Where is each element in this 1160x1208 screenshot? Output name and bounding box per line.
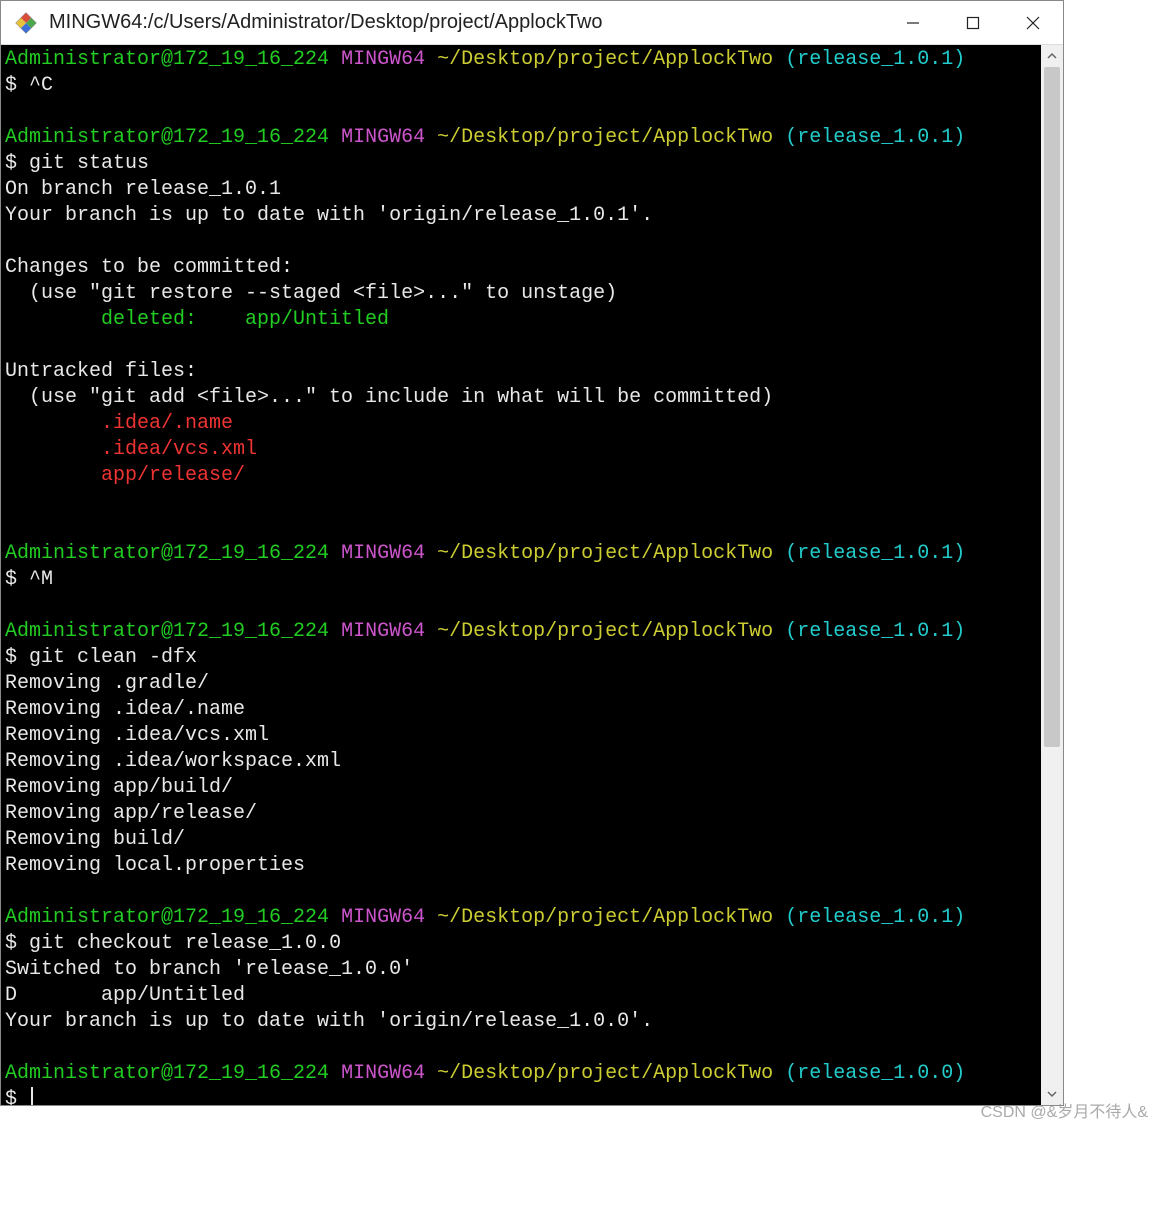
scroll-thumb[interactable] (1044, 67, 1060, 747)
out-line: Removing .idea/workspace.xml (5, 750, 341, 773)
prompt-path: ~/Desktop/project/ApplockTwo (437, 1062, 773, 1085)
prompt-user: Administrator@172_19_16_224 (5, 48, 329, 71)
prompt-path: ~/Desktop/project/ApplockTwo (437, 542, 773, 565)
staged-line: deleted: app/Untitled (5, 308, 389, 331)
prompt-user: Administrator@172_19_16_224 (5, 620, 329, 643)
prompt-symbol: $ (5, 74, 29, 97)
prompt-shell: MINGW64 (341, 542, 425, 565)
out-line: D app/Untitled (5, 984, 245, 1007)
cmd-text: ^C (29, 74, 53, 97)
out-line: (use "git restore --staged <file>..." to… (5, 282, 617, 305)
out-line: Switched to branch 'release_1.0.0' (5, 958, 413, 981)
terminal-output[interactable]: Administrator@172_19_16_224 MINGW64 ~/De… (1, 45, 1041, 1105)
prompt-path: ~/Desktop/project/ApplockTwo (437, 48, 773, 71)
out-line: On branch release_1.0.1 (5, 178, 281, 201)
prompt-path: ~/Desktop/project/ApplockTwo (437, 126, 773, 149)
prompt-branch: (release_1.0.0) (785, 1062, 965, 1085)
prompt-branch: (release_1.0.1) (785, 620, 965, 643)
prompt-shell: MINGW64 (341, 48, 425, 71)
prompt-path: ~/Desktop/project/ApplockTwo (437, 906, 773, 929)
prompt-branch: (release_1.0.1) (785, 906, 965, 929)
prompt-user: Administrator@172_19_16_224 (5, 126, 329, 149)
prompt-symbol: $ (5, 152, 29, 175)
cmd-text: git clean -dfx (29, 646, 197, 669)
prompt-shell: MINGW64 (341, 126, 425, 149)
untracked-line: app/release/ (5, 464, 245, 487)
out-line: Removing app/build/ (5, 776, 233, 799)
out-line: Removing .idea/vcs.xml (5, 724, 269, 747)
scroll-up-icon[interactable] (1041, 45, 1063, 67)
cursor (31, 1087, 33, 1105)
maximize-button[interactable] (943, 1, 1003, 45)
out-line: Changes to be committed: (5, 256, 293, 279)
cmd-text: git checkout release_1.0.0 (29, 932, 341, 955)
out-line: Removing local.properties (5, 854, 305, 877)
prompt-user: Administrator@172_19_16_224 (5, 1062, 329, 1085)
out-line: Removing .gradle/ (5, 672, 209, 695)
close-button[interactable] (1003, 1, 1063, 45)
prompt-symbol: $ (5, 932, 29, 955)
minimize-button[interactable] (883, 1, 943, 45)
out-line: Removing .idea/.name (5, 698, 245, 721)
client-area: Administrator@172_19_16_224 MINGW64 ~/De… (1, 45, 1063, 1105)
untracked-line: .idea/.name (5, 412, 233, 435)
prompt-branch: (release_1.0.1) (785, 542, 965, 565)
cmd-text: ^M (29, 568, 53, 591)
out-line: Untracked files: (5, 360, 197, 383)
window-title: MINGW64:/c/Users/Administrator/Desktop/p… (49, 11, 883, 34)
prompt-shell: MINGW64 (341, 906, 425, 929)
prompt-user: Administrator@172_19_16_224 (5, 542, 329, 565)
prompt-shell: MINGW64 (341, 620, 425, 643)
prompt-shell: MINGW64 (341, 1062, 425, 1085)
scrollbar[interactable] (1041, 45, 1063, 1105)
cmd-text: git status (29, 152, 149, 175)
out-line: (use "git add <file>..." to include in w… (5, 386, 773, 409)
prompt-symbol: $ (5, 1088, 29, 1105)
prompt-branch: (release_1.0.1) (785, 126, 965, 149)
prompt-symbol: $ (5, 568, 29, 591)
untracked-line: .idea/vcs.xml (5, 438, 257, 461)
out-line: Removing app/release/ (5, 802, 257, 825)
titlebar[interactable]: MINGW64:/c/Users/Administrator/Desktop/p… (1, 1, 1063, 45)
terminal-window: MINGW64:/c/Users/Administrator/Desktop/p… (0, 0, 1064, 1106)
prompt-symbol: $ (5, 646, 29, 669)
out-line: Your branch is up to date with 'origin/r… (5, 204, 653, 227)
scroll-down-icon[interactable] (1041, 1083, 1063, 1105)
prompt-path: ~/Desktop/project/ApplockTwo (437, 620, 773, 643)
out-line: Your branch is up to date with 'origin/r… (5, 1010, 653, 1033)
prompt-branch: (release_1.0.1) (785, 48, 965, 71)
app-icon (13, 10, 39, 36)
out-line: Removing build/ (5, 828, 185, 851)
prompt-user: Administrator@172_19_16_224 (5, 906, 329, 929)
